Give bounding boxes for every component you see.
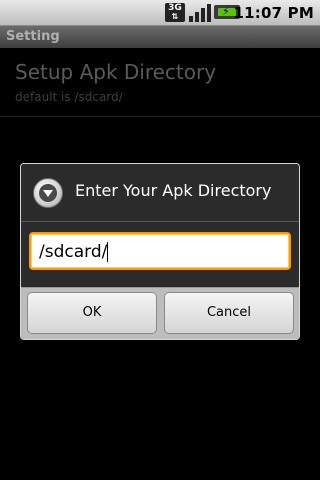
window-title: Setting <box>6 29 60 44</box>
dropdown-circle-icon <box>33 178 63 208</box>
ok-button[interactable]: OK <box>27 292 157 334</box>
status-time: 11:07 PM <box>233 4 314 22</box>
directory-dialog: Enter Your Apk Directory /sdcard/ OK Can… <box>20 163 300 340</box>
dialog-header: Enter Your Apk Directory <box>21 164 299 221</box>
dialog-button-bar: OK Cancel <box>21 287 299 339</box>
preference-summary: default is /sdcard/ <box>15 90 123 104</box>
cancel-button[interactable]: Cancel <box>164 292 294 334</box>
network-3g-icon: 3G ⇅ <box>165 3 185 22</box>
signal-bars-icon <box>189 4 211 22</box>
apk-directory-input[interactable]: /sdcard/ <box>29 232 291 270</box>
text-cursor <box>107 242 108 262</box>
status-bar: 3G ⇅ ⚡ 11:07 PM <box>0 0 320 26</box>
title-bar: Setting <box>0 26 320 48</box>
dialog-body: /sdcard/ <box>21 222 299 287</box>
list-divider <box>0 116 320 117</box>
apk-directory-value: /sdcard/ <box>39 242 108 262</box>
preference-title[interactable]: Setup Apk Directory <box>15 60 216 84</box>
dialog-title: Enter Your Apk Directory <box>75 181 272 200</box>
